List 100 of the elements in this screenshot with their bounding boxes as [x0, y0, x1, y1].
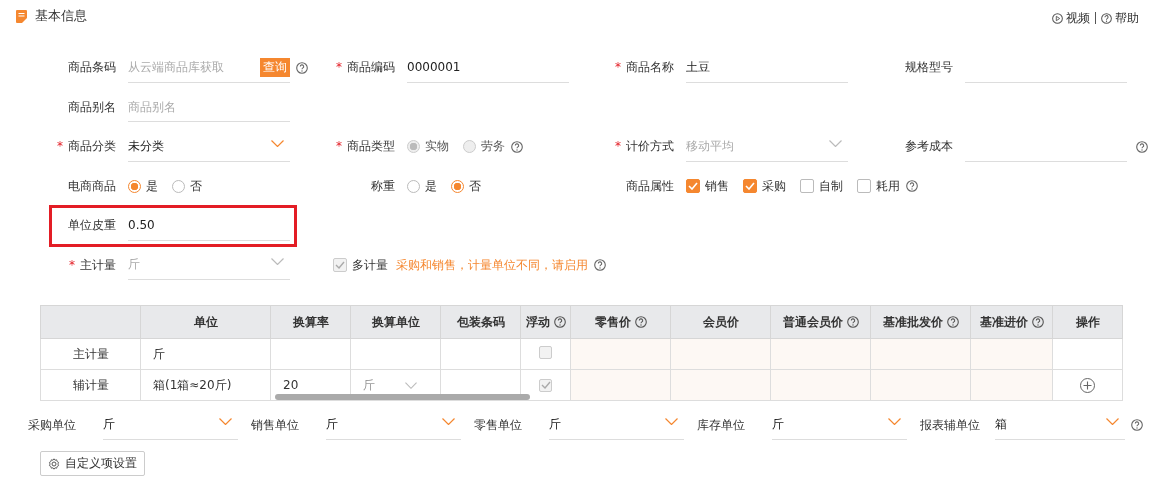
checkbox[interactable] [743, 179, 757, 194]
chevron-down-icon [219, 418, 232, 425]
column-header: 基准批发价 [870, 305, 971, 339]
field-label: 商品类型 [347, 139, 395, 154]
option-label: 采购 [762, 177, 786, 195]
scrollbar[interactable] [275, 394, 530, 400]
header-link[interactable]: 帮助 [1101, 9, 1139, 27]
option-label: 是 [425, 177, 437, 195]
price-cell[interactable] [870, 338, 971, 370]
field-label: 主计量 [80, 257, 116, 272]
text-field[interactable]: 从云端商品库获取 [128, 57, 260, 78]
checkbox[interactable] [857, 179, 871, 194]
field-label: 商品别名 [68, 99, 116, 114]
section-title: 基本信息 [35, 7, 87, 25]
field-label: 报表辅单位 [920, 416, 981, 434]
checkbox[interactable] [800, 179, 814, 194]
add-icon[interactable] [1080, 377, 1095, 393]
checkbox[interactable] [539, 346, 552, 359]
field-label: 单位皮重 [68, 218, 116, 233]
gear-icon [48, 457, 60, 470]
column-header: 浮动 [520, 305, 571, 339]
field-label: 商品属性 [626, 178, 674, 193]
help-icon [1101, 12, 1112, 24]
option-label: 耗用 [876, 177, 900, 195]
field-label: 规格型号 [905, 60, 953, 75]
radio-button[interactable] [172, 179, 185, 193]
dropdown[interactable]: 斤 [772, 410, 907, 440]
price-cell[interactable] [570, 338, 671, 370]
price-cell[interactable] [670, 369, 771, 401]
hint-text: 采购和销售，计量单位不同，请启用 [396, 256, 588, 274]
option-label: 劳务 [481, 138, 505, 156]
required-mark: * [336, 60, 342, 75]
table-cell: 箱(1箱≈20斤) [140, 369, 271, 401]
option-label: 自制 [819, 177, 843, 195]
chevron-down-icon [442, 418, 455, 425]
column-header: 操作 [1052, 305, 1123, 339]
dropdown[interactable]: 斤 [549, 410, 684, 440]
dropdown[interactable]: 未分类 [128, 131, 290, 162]
checkbox[interactable] [686, 179, 700, 194]
field-label: 零售单位 [474, 416, 523, 434]
price-cell[interactable] [770, 338, 871, 370]
radio-button[interactable] [451, 179, 464, 193]
field-label: 电商商品 [68, 178, 116, 193]
chevron-down-icon [1106, 418, 1119, 425]
required-mark: * [57, 139, 63, 154]
field-label: 参考成本 [905, 139, 953, 154]
column-header: 换算率 [270, 305, 351, 339]
field-label: 采购单位 [28, 416, 77, 434]
table-cell: 斤 [140, 338, 271, 370]
table-cell: 主计量 [40, 338, 141, 370]
field-label: 商品条码 [68, 60, 116, 75]
checkbox[interactable] [539, 378, 552, 392]
column-header: 包装条码 [440, 305, 521, 339]
column-header: 单位 [140, 305, 271, 339]
text-field[interactable]: 商品别名 [128, 96, 290, 117]
column-header: 换算单位 [350, 305, 441, 339]
field-label: 销售单位 [251, 416, 300, 434]
radio-button[interactable] [128, 179, 141, 193]
chevron-down-icon [271, 258, 284, 266]
option-label: 销售 [705, 177, 729, 195]
chevron-down-icon [829, 139, 842, 147]
column-header: 普通会员价 [770, 305, 871, 339]
option-label: 是 [146, 177, 158, 195]
chevron-down-icon [405, 381, 417, 389]
field-label: 计价方式 [626, 139, 674, 154]
option-label: 实物 [425, 138, 449, 156]
column-header: 基准进价 [970, 305, 1053, 339]
price-cell[interactable] [770, 369, 871, 401]
play-icon [1052, 12, 1063, 24]
chevron-down-icon [271, 139, 284, 147]
price-cell[interactable] [970, 369, 1053, 401]
required-mark: * [69, 257, 75, 272]
custom-settings-button[interactable]: 自定义项设置 [40, 451, 145, 476]
field-label: 商品分类 [68, 139, 116, 154]
text-field[interactable]: 0.50 [128, 215, 290, 236]
table-cell: 辅计量 [40, 369, 141, 401]
column-header: 零售价 [570, 305, 671, 339]
option-label: 否 [190, 177, 202, 195]
checkbox-label: 多计量 [352, 256, 388, 274]
text-field[interactable]: 0000001 [407, 57, 569, 78]
price-cell[interactable] [570, 369, 671, 401]
dropdown[interactable]: 箱 [995, 410, 1125, 440]
dropdown[interactable]: 斤 [326, 410, 461, 440]
header-link[interactable]: 视频 [1052, 9, 1090, 27]
required-mark: * [615, 139, 621, 154]
text-field[interactable]: 土豆 [686, 57, 848, 78]
option-label: 否 [469, 177, 481, 195]
dropdown[interactable]: 斤 [103, 410, 238, 440]
price-cell[interactable] [870, 369, 971, 401]
required-mark: * [615, 60, 621, 75]
chevron-down-icon [888, 418, 901, 425]
chevron-down-icon [665, 418, 678, 425]
column-header: 会员价 [670, 305, 771, 339]
price-cell[interactable] [670, 338, 771, 370]
field-label: 称重 [371, 178, 395, 193]
radio-button[interactable] [407, 179, 420, 193]
field-label: 商品编码 [347, 60, 395, 75]
price-cell[interactable] [970, 338, 1053, 370]
required-mark: * [336, 139, 342, 154]
field-label: 库存单位 [697, 416, 746, 434]
